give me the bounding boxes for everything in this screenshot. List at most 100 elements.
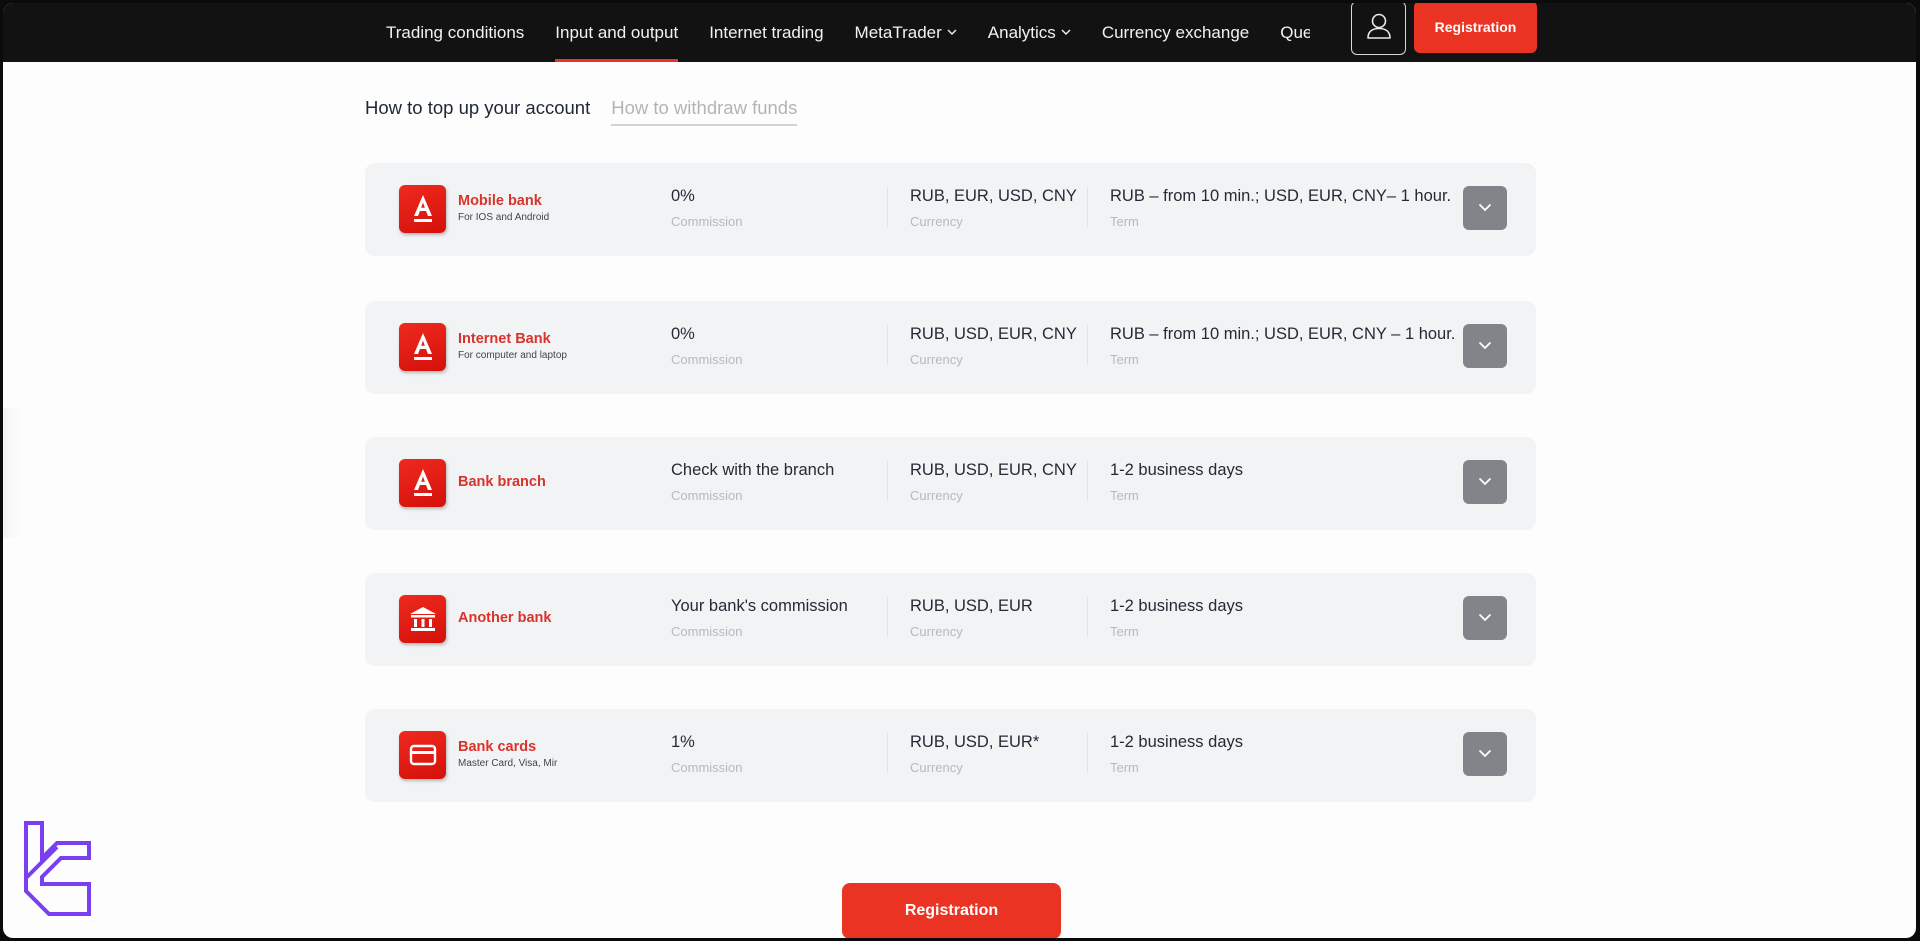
registration-button[interactable]: Registration [842,883,1061,938]
chevron-down-icon [947,29,957,36]
top-navigation-bar: Trading conditions Input and output Inte… [3,3,1916,62]
method-title[interactable]: Another bank [458,610,551,626]
deposit-withdraw-tabs: How to top up your account How to withdr… [365,97,818,126]
currency-value: RUB, USD, EUR, CNY [910,461,1077,479]
commission-value: Check with the branch [671,461,835,479]
currency-label: Currency [910,488,963,503]
nav-label: Trading conditions [386,22,525,42]
method-title[interactable]: Bank cards [458,739,557,755]
method-card-bank-cards: Bank cards Master Card, Visa, Mir 1% Com… [365,709,1536,802]
alfa-bank-logo-icon [399,323,446,371]
nav-item-currency-exchange[interactable]: Currency exchange [1102,3,1249,62]
term-value: 1-2 business days [1110,733,1243,751]
term-column: 1-2 business days Term [1110,733,1243,775]
column-divider [1087,461,1088,501]
user-icon [1366,12,1392,45]
column-divider [1087,733,1088,773]
nav-item-analytics[interactable]: Analytics [988,3,1071,62]
nav-label: Input and output [555,22,679,42]
column-divider [1087,325,1088,365]
method-subtitle: For computer and laptop [458,350,567,361]
term-label: Term [1110,624,1139,639]
method-title[interactable]: Bank branch [458,474,546,490]
expand-button[interactable] [1463,596,1507,640]
bank-building-icon [399,595,446,643]
expand-button[interactable] [1463,732,1507,776]
term-label: Term [1110,488,1139,503]
expand-button[interactable] [1463,324,1507,368]
chevron-down-icon [1478,745,1492,763]
method-info: Bank cards Master Card, Visa, Mir [458,739,557,769]
header-registration-button[interactable]: Registration [1414,3,1537,53]
term-label: Term [1110,214,1139,229]
user-account-button[interactable] [1351,3,1406,55]
currency-column: RUB, USD, EUR, CNY Currency [910,325,1077,367]
currency-value: RUB, USD, EUR* [910,733,1040,751]
alfa-bank-logo-icon [399,185,446,233]
term-value: 1-2 business days [1110,461,1243,479]
nav-label: Internet trading [709,22,824,42]
currency-label: Currency [910,352,963,367]
nav-item-questions-truncated[interactable]: Que [1280,3,1310,62]
term-label: Term [1110,352,1139,367]
nav-label: Que [1280,22,1311,42]
main-nav: Trading conditions Input and output Inte… [386,3,1341,62]
credit-card-icon [399,731,446,779]
expand-button[interactable] [1463,460,1507,504]
term-value: RUB – from 10 min.; USD, EUR, CNY– 1 hou… [1110,187,1452,205]
nav-item-input-and-output[interactable]: Input and output [555,3,678,62]
currency-value: RUB, USD, EUR [910,597,1033,615]
method-title[interactable]: Mobile bank [458,193,549,209]
column-divider [1087,187,1088,227]
commission-label: Commission [671,488,743,503]
method-card-bank-branch: Bank branch Check with the branch Commis… [365,437,1536,530]
expand-button[interactable] [1463,186,1507,230]
term-column: 1-2 business days Term [1110,461,1243,503]
tab-top-up-account[interactable]: How to top up your account [365,97,590,126]
chevron-down-icon [1478,609,1492,627]
commission-label: Commission [671,352,743,367]
method-title[interactable]: Internet Bank [458,331,567,347]
commission-value: 0% [671,325,695,343]
chevron-down-icon [1061,29,1071,36]
column-divider [887,597,888,637]
nav-label: MetaTrader [854,22,942,42]
method-info: Mobile bank For IOS and Android [458,193,549,223]
brand-watermark-logo-icon [21,818,93,923]
term-value: RUB – from 10 min.; USD, EUR, CNY – 1 ho… [1110,325,1456,343]
method-card-mobile-bank: Mobile bank For IOS and Android 0% Commi… [365,163,1536,256]
currency-value: RUB, USD, EUR, CNY [910,325,1077,343]
column-divider [887,461,888,501]
commission-label: Commission [671,760,743,775]
term-value: 1-2 business days [1110,597,1243,615]
column-divider [887,733,888,773]
nav-item-trading-conditions[interactable]: Trading conditions [386,3,524,62]
side-edge-shadow [3,408,21,538]
currency-value: RUB, EUR, USD, CNY [910,187,1077,205]
currency-label: Currency [910,214,963,229]
term-column: RUB – from 10 min.; USD, EUR, CNY – 1 ho… [1110,325,1455,367]
nav-label: Analytics [987,22,1056,42]
currency-column: RUB, USD, EUR Currency [910,597,1033,639]
commission-column: 0% Commission [671,325,743,367]
commission-column: Your bank's commission Commission [671,597,848,639]
chevron-down-icon [1478,199,1492,217]
page-frame: Trading conditions Input and output Inte… [3,3,1916,938]
chevron-down-icon [1478,473,1492,491]
commission-value: 0% [671,187,695,205]
column-divider [887,325,888,365]
nav-item-internet-trading[interactable]: Internet trading [709,3,823,62]
commission-column: 0% Commission [671,187,743,229]
nav-label: Currency exchange [1101,22,1250,42]
method-subtitle: For IOS and Android [458,212,550,223]
method-info: Internet Bank For computer and laptop [458,331,567,361]
currency-label: Currency [910,624,963,639]
term-label: Term [1110,760,1139,775]
currency-label: Currency [910,760,963,775]
tab-withdraw-funds[interactable]: How to withdraw funds [611,97,798,126]
nav-item-metatrader[interactable]: MetaTrader [855,3,957,62]
chevron-down-icon [1478,337,1492,355]
currency-column: RUB, EUR, USD, CNY Currency [910,187,1077,229]
method-info: Another bank [458,610,551,626]
method-card-internet-bank: Internet Bank For computer and laptop 0%… [365,301,1536,394]
